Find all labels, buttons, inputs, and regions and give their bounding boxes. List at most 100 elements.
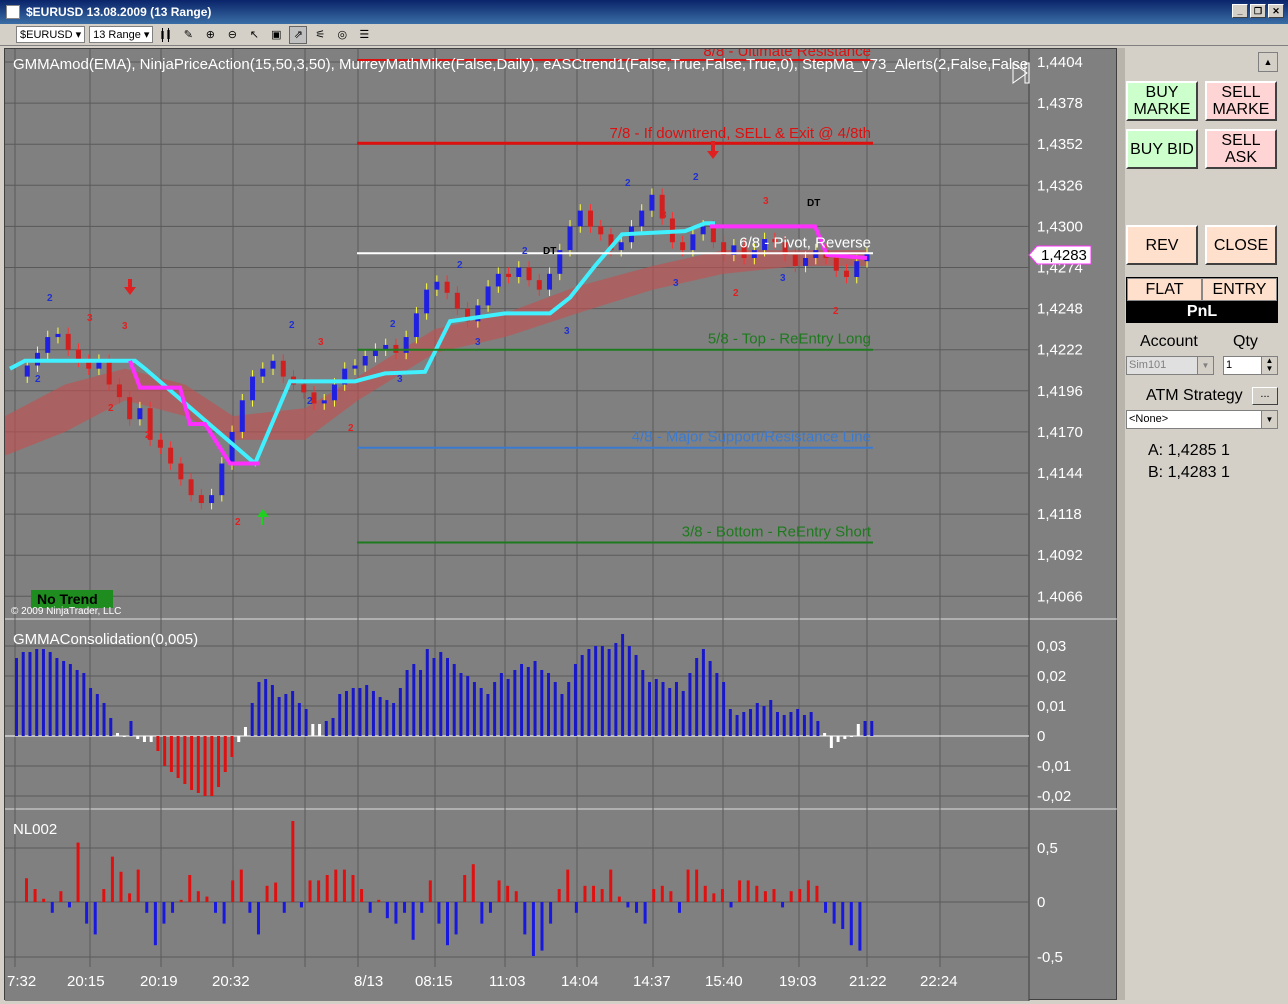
qty-stepper[interactable]: 1 ▲ ▼ [1223, 356, 1278, 375]
candle-body [536, 280, 542, 290]
swing-label: 3 [122, 321, 128, 332]
price-tick-label: 1,4352 [1037, 136, 1083, 153]
minimize-button[interactable]: _ [1232, 4, 1248, 18]
entry-price-label: ENTRY [1202, 278, 1277, 301]
candle-body [485, 286, 491, 306]
data-box-icon[interactable]: ☰ [355, 26, 373, 44]
swing-label: 3 [780, 273, 786, 284]
swing-label: 2 [733, 288, 739, 299]
sub1-bar [21, 652, 25, 736]
panel-splitter[interactable] [1117, 48, 1125, 1000]
sub1-bar [15, 658, 18, 736]
sub2-bar [317, 880, 321, 902]
candle-body [803, 258, 809, 266]
sub2-tick-label: -0,5 [1037, 949, 1063, 966]
buy-bid-button[interactable]: BUY BID [1126, 129, 1198, 169]
instrument-selector[interactable]: $EURUSD ▾ [16, 26, 86, 43]
sub1-bar [55, 658, 59, 736]
chart-canvas[interactable]: 1,44041,43781,43521,43261,43001,42741,42… [5, 49, 1118, 1001]
sub1-bar [856, 724, 860, 736]
sub2-bar [222, 902, 226, 924]
sub2-bar [437, 902, 441, 924]
reverse-button[interactable]: REV [1126, 225, 1198, 265]
close-position-button[interactable]: CLOSE [1205, 225, 1277, 265]
sub1-bar [479, 688, 483, 736]
draw-tool-icon[interactable]: ✎ [179, 26, 197, 44]
scroll-up-icon[interactable]: ▲ [1258, 52, 1278, 72]
sub1-bar [688, 673, 692, 736]
sub1-bar [156, 736, 160, 751]
time-axis-label: 20:15 [67, 973, 105, 990]
maximize-button[interactable]: ❐ [1250, 4, 1266, 18]
sell-ask-button[interactable]: SELL ASK [1205, 129, 1277, 169]
window-title: $EURUSD 13.08.2009 (13 Range) [26, 5, 212, 19]
time-axis-label: 11:03 [489, 973, 525, 990]
sub2-bar [531, 902, 535, 956]
account-value: Sim101 [1129, 359, 1167, 371]
sub2-bar [592, 885, 596, 902]
chevron-down-icon: ▼ [1197, 357, 1213, 374]
candle-body [301, 384, 307, 393]
sub1-bar [405, 670, 409, 736]
sub1-bar [142, 736, 146, 742]
sub1-bar [149, 736, 153, 742]
cursor-icon[interactable]: ↖ [245, 26, 263, 44]
sub1-bar [277, 697, 281, 736]
sub2-bar [677, 902, 681, 913]
candle-body [250, 376, 256, 401]
close-button[interactable]: ✕ [1268, 4, 1284, 18]
sub2-bar [188, 875, 192, 902]
sub2-bar [102, 889, 106, 902]
sub2-bar [506, 885, 510, 902]
sub2-bar [626, 902, 630, 908]
murrey-label: 7/8 - If downtrend, SELL & Exit @ 4/8th [610, 125, 871, 142]
sub1-bar [560, 694, 564, 736]
chart-area[interactable]: 1,4404 1,4378 1,4352 1,4326 1,4300 1,4274 1,42… [4, 48, 1118, 1001]
sub1-bar [573, 664, 577, 736]
sub1-bar [816, 721, 820, 736]
sub2-tick-label: 0,5 [1037, 840, 1058, 857]
properties-icon[interactable]: ▣ [267, 26, 285, 44]
sub1-bar [634, 655, 638, 736]
sub1-tick-label: 0,03 [1037, 638, 1066, 655]
candle-body [413, 313, 419, 338]
buy-market-button[interactable]: BUY MARKE [1126, 81, 1198, 121]
swing-label: 2 [348, 423, 354, 434]
sub1-bar [499, 673, 503, 736]
title-bar: $EURUSD 13.08.2009 (13 Range) _ ❐ ✕ [0, 0, 1288, 24]
bar-style-icon[interactable] [157, 26, 175, 44]
atm-strategy-select[interactable]: <None> ▼ [1126, 410, 1278, 429]
sub2-bar [33, 889, 37, 902]
atm-options-button[interactable]: ... [1252, 387, 1278, 405]
sub1-bar [701, 649, 705, 736]
bid-quote: B: 1,4283 1 [1148, 464, 1230, 481]
sub2-bar [703, 885, 707, 902]
zoom-out-icon[interactable]: ⊖ [223, 26, 241, 44]
sub2-bar [566, 869, 570, 902]
sub2-bar [480, 902, 484, 924]
zoom-in-icon[interactable]: ⊕ [201, 26, 219, 44]
candle-body [239, 400, 245, 432]
strategies-icon[interactable]: ⚟ [311, 26, 329, 44]
sub2-bar [488, 902, 492, 913]
sub1-bar [472, 682, 476, 736]
candle-body [506, 273, 512, 277]
sub1-bar [385, 700, 389, 736]
time-axis-label: 21:22 [849, 973, 887, 990]
swing-label: 2 [108, 403, 114, 414]
sub1-bar [513, 670, 517, 736]
candle-body [127, 397, 133, 420]
sell-market-button[interactable]: SELL MARKE [1205, 81, 1277, 121]
sub2-bar [755, 885, 759, 902]
sub1-bar [412, 664, 416, 736]
swing-label: 2 [522, 246, 528, 257]
sub2-bar [712, 893, 716, 902]
interval-selector[interactable]: 13 Range ▾ [89, 26, 154, 43]
sub2-bar [609, 869, 613, 902]
account-select[interactable]: Sim101 ▼ [1126, 356, 1214, 375]
ghost-icon[interactable]: ◎ [333, 26, 351, 44]
sub2-bar [815, 885, 819, 902]
sub2-bar [308, 880, 312, 902]
indicators-icon[interactable]: ⇗ [289, 25, 308, 44]
sub2-bar [248, 902, 252, 913]
